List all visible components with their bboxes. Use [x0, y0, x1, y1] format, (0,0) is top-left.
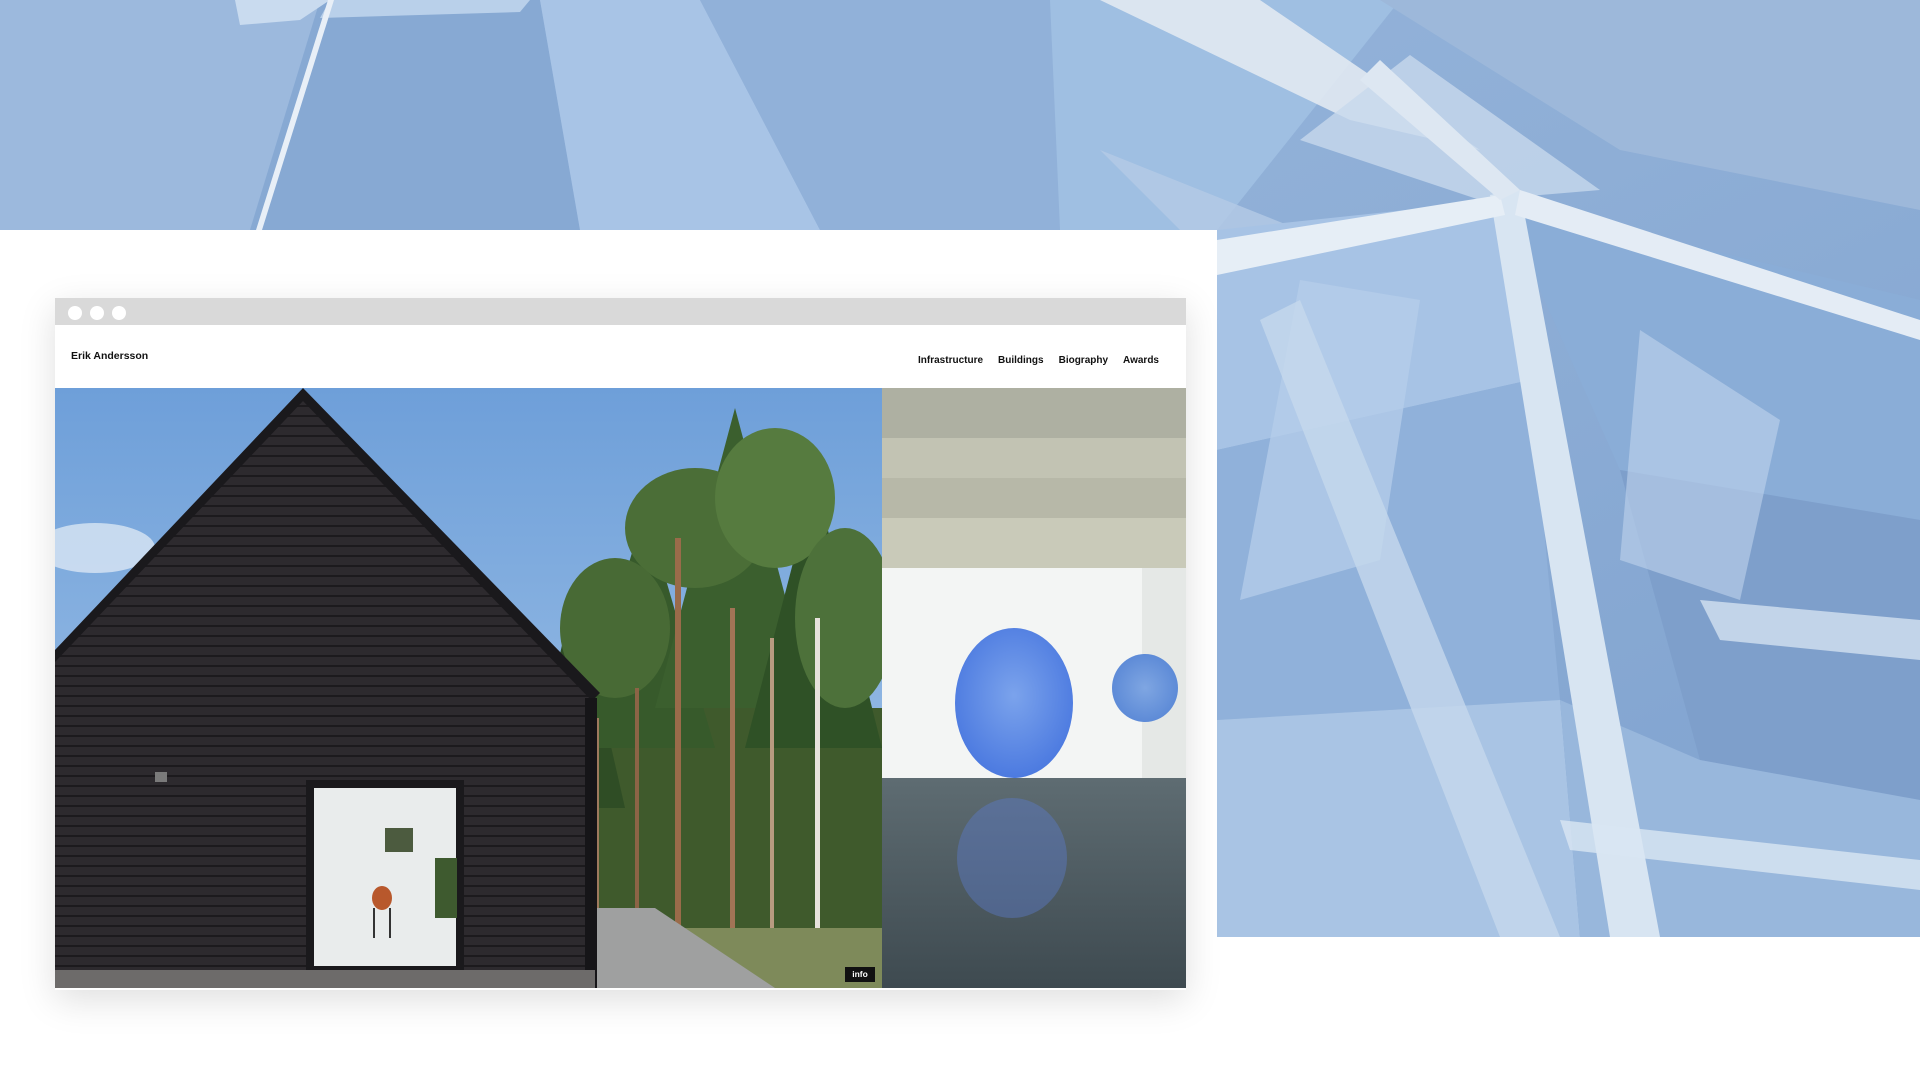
info-button[interactable]: info	[845, 967, 875, 982]
nav-item-biography[interactable]: Biography	[1059, 355, 1108, 366]
window-close-dot[interactable]	[68, 306, 82, 320]
nav-item-infrastructure[interactable]: Infrastructure	[918, 355, 983, 366]
site-nav: Infrastructure Buildings Biography Award…	[918, 355, 1159, 366]
browser-window: Erik Andersson Infrastructure Buildings …	[55, 298, 1186, 990]
site-header: Erik Andersson Infrastructure Buildings …	[55, 325, 1186, 387]
nav-item-buildings[interactable]: Buildings	[998, 355, 1044, 366]
window-maximize-dot[interactable]	[112, 306, 126, 320]
photo-house-forest[interactable]	[55, 388, 882, 988]
window-minimize-dot[interactable]	[90, 306, 104, 320]
browser-titlebar	[55, 298, 1186, 325]
nav-item-awards[interactable]: Awards	[1123, 355, 1159, 366]
photo-gallery-light-installation[interactable]	[882, 388, 1186, 988]
site-name[interactable]: Erik Andersson	[71, 350, 148, 362]
